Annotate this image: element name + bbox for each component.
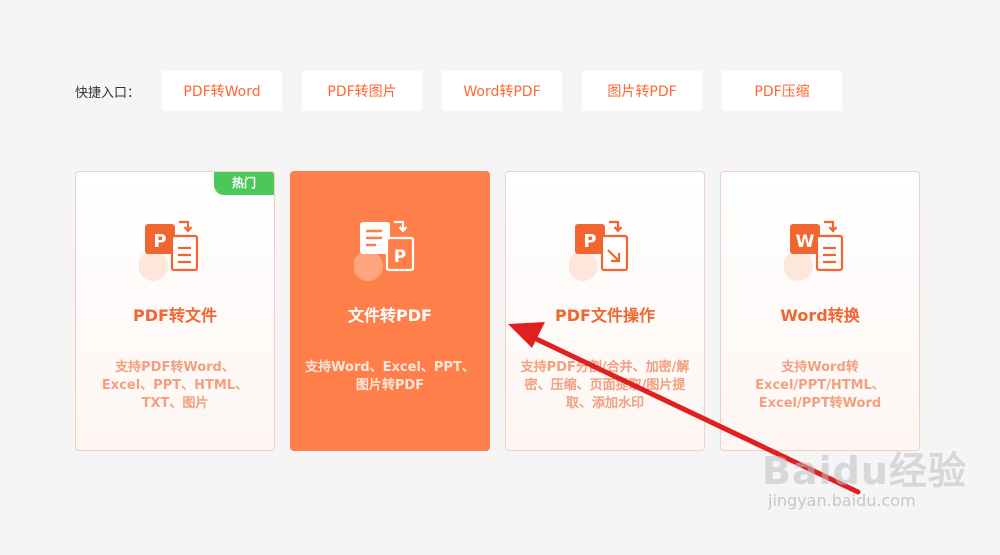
- card-title: Word转换: [780, 306, 860, 325]
- svg-text:P: P: [583, 231, 596, 252]
- card-description: 支持PDF转Word、Excel、PPT、HTML、TXT、图片: [101, 360, 249, 411]
- quick-pdf-to-word-button[interactable]: PDF转Word: [162, 71, 283, 111]
- card-description: 支持Word转Excel/PPT/HTML、Excel/PPT转Word: [755, 360, 885, 411]
- card-pdf-to-file[interactable]: 热门 P PDF转文件 支持PDF转Word、Excel、PPT、HTML、TX…: [75, 171, 275, 451]
- card-file-to-pdf[interactable]: P 文件转PDF 支持Word、Excel、PPT、图片转PDF: [290, 171, 490, 451]
- watermark-logo: Baidu经验: [762, 449, 967, 493]
- pdf-operations-icon: P: [569, 216, 641, 288]
- quick-entry-bar: 快捷入口： PDF转Word PDF转图片 Word转PDF 图片转PDF PD…: [75, 71, 862, 111]
- card-title: PDF转文件: [133, 306, 217, 325]
- quick-entry-label: 快捷入口：: [75, 85, 141, 101]
- svg-text:P: P: [394, 247, 406, 267]
- feature-cards: 热门 P PDF转文件 支持PDF转Word、Excel、PPT、HTML、TX…: [75, 171, 935, 451]
- card-pdf-operations[interactable]: P PDF文件操作 支持PDF分割/合并、加密/解密、压缩、页面提取/图片提取、…: [505, 171, 705, 451]
- quick-pdf-to-image-button[interactable]: PDF转图片: [302, 71, 423, 111]
- card-title: PDF文件操作: [555, 306, 655, 325]
- pdf-to-file-icon: P: [139, 216, 211, 288]
- file-to-pdf-icon: P: [354, 216, 426, 288]
- svg-text:W: W: [796, 232, 815, 252]
- quick-image-to-pdf-button[interactable]: 图片转PDF: [582, 71, 703, 111]
- card-description: 支持Word、Excel、PPT、图片转PDF: [305, 360, 475, 393]
- hot-badge: 热门: [214, 172, 274, 195]
- quick-pdf-compress-button[interactable]: PDF压缩: [722, 71, 843, 111]
- quick-word-to-pdf-button[interactable]: Word转PDF: [442, 71, 563, 111]
- card-description: 支持PDF分割/合并、加密/解密、压缩、页面提取/图片提取、添加水印: [520, 360, 690, 411]
- card-word-convert[interactable]: W Word转换 支持Word转Excel/PPT/HTML、Excel/PPT…: [720, 171, 920, 451]
- word-convert-icon: W: [784, 216, 856, 288]
- baidu-watermark: Baidu经验 jingyan.baidu.com: [762, 440, 972, 540]
- card-title: 文件转PDF: [348, 306, 432, 325]
- svg-text:P: P: [153, 231, 166, 252]
